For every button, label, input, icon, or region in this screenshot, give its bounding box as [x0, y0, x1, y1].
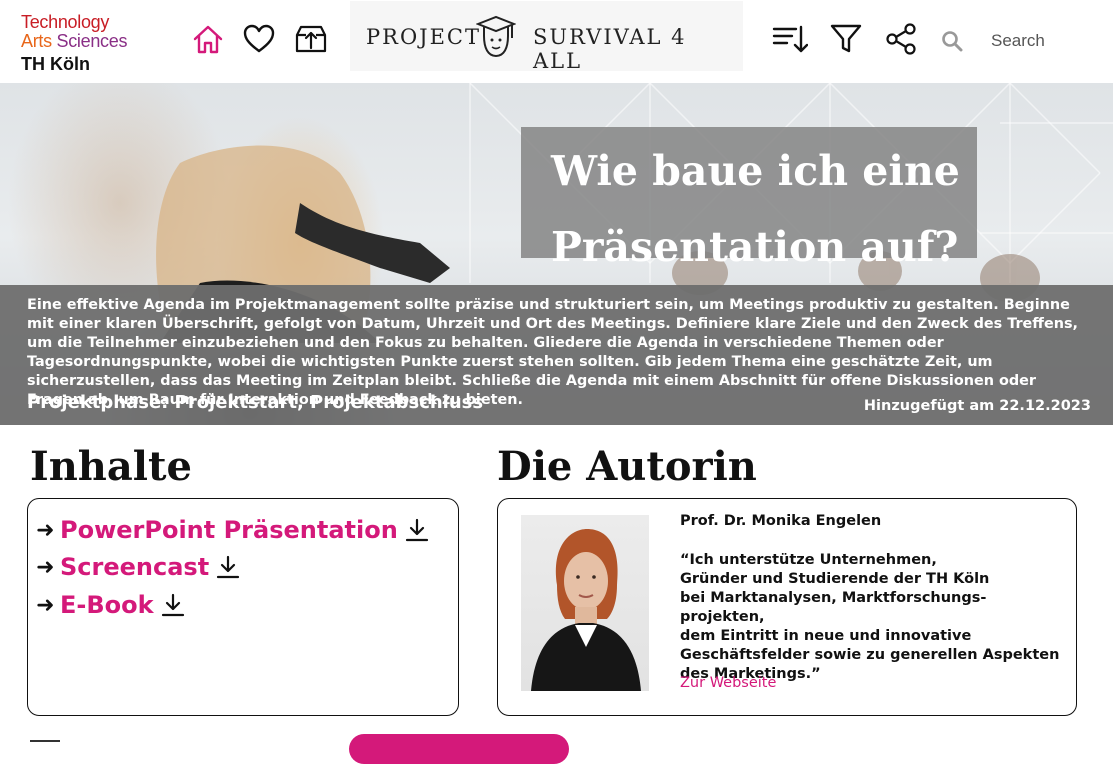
- logo-arts: Arts: [21, 31, 52, 51]
- download-icon[interactable]: [160, 592, 186, 618]
- author-quote: “Ich unterstütze Unternehmen, Gründer un…: [680, 552, 1060, 682]
- logo-line-th-koeln: TH Köln: [21, 54, 90, 74]
- upload-box-icon[interactable]: [294, 22, 328, 56]
- description-panel: Eine effektive Agenda im Projektmanageme…: [0, 285, 1113, 425]
- filter-icon[interactable]: [829, 22, 863, 56]
- sort-icon[interactable]: [772, 22, 809, 56]
- arrow-right-icon: ➜: [36, 554, 55, 580]
- arrow-right-icon: ➜: [36, 592, 55, 618]
- content-link[interactable]: PowerPoint Präsentation: [60, 516, 398, 544]
- arrow-right-icon: ➜: [36, 517, 55, 543]
- content-item-ebook[interactable]: ➜ E-Book: [36, 590, 186, 620]
- top-bar: Technology Arts Sciences TH Köln PROJECT…: [0, 0, 1113, 83]
- content-item-powerpoint[interactable]: ➜ PowerPoint Präsentation: [36, 515, 430, 545]
- hero-section: Wie baue ich eine Präsentation auf? Eine…: [0, 83, 1113, 425]
- page-title: Wie baue ich eine Präsentation auf?: [551, 147, 960, 271]
- home-icon[interactable]: [191, 22, 225, 56]
- download-icon[interactable]: [404, 517, 430, 543]
- author-photo: [521, 515, 649, 691]
- author-box: Prof. Dr. Monika Engelen “Ich unterstütz…: [497, 498, 1077, 716]
- logo-line-technology: Technology: [21, 12, 110, 32]
- contents-box: ➜ PowerPoint Präsentation ➜ Screencast ➜…: [27, 498, 459, 716]
- contents-heading: Inhalte: [30, 443, 192, 490]
- download-icon[interactable]: [215, 554, 241, 580]
- bottom-action-button[interactable]: [349, 734, 569, 764]
- banner-word-survival: SURVIVAL 4 ALL: [533, 25, 687, 73]
- logo-sciences: Sciences: [56, 31, 128, 51]
- project-phase: Projektphase: Projektstart, Projektabsch…: [27, 392, 484, 413]
- search-input[interactable]: [980, 26, 1100, 56]
- content-link[interactable]: Screencast: [60, 553, 209, 581]
- author-name: Prof. Dr. Monika Engelen: [680, 513, 882, 529]
- heart-icon[interactable]: [242, 22, 276, 56]
- th-koeln-logo[interactable]: Technology Arts Sciences TH Köln: [21, 13, 151, 75]
- content-item-screencast[interactable]: ➜ Screencast: [36, 552, 241, 582]
- share-icon[interactable]: [884, 22, 918, 56]
- search-icon[interactable]: [941, 30, 963, 56]
- logo-line-arts-sciences: Arts Sciences: [21, 32, 151, 51]
- bottom-heading-fragment: [30, 740, 60, 744]
- project-banner: PROJECT SURVIVAL 4 ALL: [350, 1, 743, 73]
- added-date: Hinzugefügt am 22.12.2023: [863, 398, 1091, 414]
- author-website-link[interactable]: Zur Webseite: [680, 675, 776, 691]
- content-link[interactable]: E-Book: [60, 591, 154, 619]
- banner-word-project: PROJECT: [366, 25, 481, 49]
- graduate-head-icon: [476, 15, 516, 58]
- author-heading: Die Autorin: [497, 443, 757, 490]
